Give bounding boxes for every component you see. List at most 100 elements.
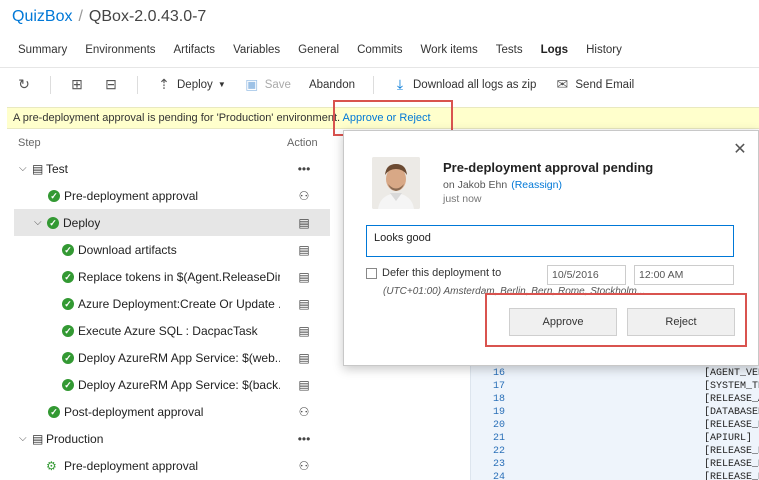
tab-commits[interactable]: Commits — [357, 44, 402, 56]
tab-work-items[interactable]: Work items — [420, 44, 477, 56]
more-options-icon[interactable]: ••• — [296, 432, 312, 446]
tab-tests[interactable]: Tests — [496, 44, 523, 56]
defer-time-input[interactable]: 12:00 AM — [634, 265, 734, 285]
tab-variables[interactable]: Variables — [233, 44, 280, 56]
email-label: Send Email — [575, 78, 635, 91]
tree-row-label: Production — [46, 431, 104, 446]
breadcrumb: QuizBox / QBox-2.0.43.0-7 — [12, 8, 206, 26]
tab-artifacts[interactable]: Artifacts — [174, 44, 216, 56]
tree-row-task[interactable]: ✓ Deploy AzureRM App Service: $(back... … — [0, 371, 330, 398]
download-icon: ⤓ — [396, 76, 404, 92]
tree-row-step[interactable]: ✓ Post-deployment approval ⚇ — [0, 398, 330, 425]
log-icon[interactable]: ▤ — [296, 243, 312, 257]
comment-input[interactable]: Looks good — [366, 225, 734, 257]
release-name: QBox-2.0.43.0-7 — [88, 8, 207, 25]
success-check-icon: ✓ — [62, 270, 74, 283]
email-icon: ✉ — [556, 76, 569, 92]
log-line-number: 24 — [492, 472, 505, 480]
chevron-down-icon[interactable]: ⌵ — [19, 163, 27, 174]
save-icon: ▣ — [245, 76, 259, 92]
tab-logs[interactable]: Logs — [541, 44, 568, 56]
tree-row-phase-deploy[interactable]: ⌵ ✓ Deploy ▤ — [14, 209, 330, 236]
highlight-box — [485, 293, 747, 347]
approver-line: on Jakob Ehn (Reassign) — [443, 179, 562, 191]
toolbar-divider — [373, 75, 374, 94]
log-icon[interactable]: ▤ — [296, 324, 312, 338]
approver-person-icon[interactable]: ⚇ — [296, 189, 312, 203]
tree-row-step-pending[interactable]: ⚙ Pre-deployment approval ⚇ — [0, 452, 330, 479]
environment-icon: ▤ — [32, 431, 44, 446]
log-line-text: [RELEASE_A — [704, 394, 759, 405]
tree-row-label: Download artifacts — [78, 242, 177, 257]
tab-history[interactable]: History — [586, 44, 622, 56]
log-line-number: 23 — [492, 459, 505, 470]
download-logs-button[interactable]: ⤓ Download all logs as zip — [392, 76, 536, 93]
success-check-icon: ✓ — [62, 378, 74, 391]
chevron-down-icon[interactable]: ⌵ — [34, 217, 42, 228]
toolbar-divider — [50, 75, 51, 94]
tree-row-task[interactable]: ✓ Execute Azure SQL : DacpacTask ▤ — [0, 317, 330, 344]
log-line-text: [AGENT_VER — [704, 368, 759, 379]
log-icon[interactable]: ▤ — [296, 351, 312, 365]
success-check-icon: ✓ — [62, 243, 74, 256]
banner-text: A pre-deployment approval is pending for… — [13, 112, 341, 124]
project-link[interactable]: QuizBox — [12, 8, 72, 26]
tab-environments[interactable]: Environments — [85, 44, 155, 56]
reassign-link[interactable]: (Reassign) — [511, 179, 562, 191]
success-check-icon: ✓ — [48, 405, 60, 418]
save-button[interactable]: ▣ Save — [244, 76, 291, 93]
log-line-number: 16 — [492, 368, 505, 379]
tree-row-label: Pre-deployment approval — [64, 188, 199, 203]
pending-gear-icon: ⚙ — [46, 458, 57, 473]
success-check-icon: ✓ — [48, 189, 60, 202]
send-email-button[interactable]: ✉ Send Email — [554, 76, 635, 93]
defer-date-input[interactable]: 10/5/2016 — [547, 265, 626, 285]
defer-checkbox[interactable] — [366, 267, 377, 279]
chevron-down-icon[interactable]: ⌵ — [19, 433, 27, 444]
approver-person-icon[interactable]: ⚇ — [296, 405, 312, 419]
step-column-header: Step — [18, 137, 41, 149]
toolbar: ↻ ⊞ ⊟ ⇡ Deploy ▼ ▣ Save Abandon ⤓ Downlo… — [0, 67, 759, 101]
log-icon[interactable]: ▤ — [296, 216, 312, 230]
tab-summary[interactable]: Summary — [18, 44, 67, 56]
tree-row-task[interactable]: ✓ Deploy AzureRM App Service: $(web... ▤ — [0, 344, 330, 371]
tree-row-task[interactable]: ✓ Download artifacts ▤ — [0, 236, 330, 263]
tree-row-env-test[interactable]: ⌵ ▤ Test ••• — [0, 155, 330, 182]
defer-option[interactable]: Defer this deployment to — [366, 267, 501, 279]
log-line-number: 22 — [492, 446, 505, 457]
expand-all-button[interactable]: ⊞ — [69, 76, 85, 93]
log-line-number: 17 — [492, 381, 505, 392]
tree-row-env-production[interactable]: ⌵ ▤ Production ••• — [0, 425, 330, 452]
log-line-number: 19 — [492, 407, 505, 418]
environment-icon: ▤ — [32, 161, 44, 176]
deploy-button[interactable]: ⇡ Deploy ▼ — [156, 76, 226, 93]
collapse-all-button[interactable]: ⊟ — [103, 76, 119, 93]
log-line-text: [DATABASEN — [704, 407, 759, 418]
log-icon[interactable]: ▤ — [296, 297, 312, 311]
log-line-text: [APIURL] - — [704, 433, 759, 444]
tree-row-label: Deploy AzureRM App Service: $(web... — [78, 350, 280, 365]
tree-row-step[interactable]: ✓ Pre-deployment approval ⚇ — [0, 182, 330, 209]
tree-row-label: Deploy — [63, 215, 101, 230]
abandon-button[interactable]: Abandon — [309, 79, 355, 91]
pending-approver-icon[interactable]: ⚇ — [296, 459, 312, 473]
log-icon[interactable]: ▤ — [296, 378, 312, 392]
log-line-text: [RELEASE_E — [704, 420, 759, 431]
success-check-icon: ✓ — [62, 351, 74, 364]
tree-row-label: Deploy AzureRM App Service: $(back... — [78, 377, 280, 392]
refresh-icon: ↻ — [18, 76, 30, 92]
breadcrumb-separator: / — [78, 8, 83, 25]
more-options-icon[interactable]: ••• — [296, 162, 312, 176]
deploy-label: Deploy — [177, 78, 213, 91]
success-check-icon: ✓ — [47, 216, 59, 229]
log-icon[interactable]: ▤ — [296, 270, 312, 284]
tree-row-label: Test — [46, 161, 69, 176]
tree-row-task[interactable]: ✓ Replace tokens in $(Agent.ReleaseDir..… — [0, 263, 330, 290]
success-check-icon: ✓ — [62, 324, 74, 337]
close-icon[interactable]: ✕ — [728, 139, 752, 161]
tab-general[interactable]: General — [298, 44, 339, 56]
download-label: Download all logs as zip — [413, 78, 537, 91]
refresh-button[interactable]: ↻ — [16, 76, 32, 93]
dialog-title: Pre-deployment approval pending — [443, 160, 654, 175]
tree-row-task[interactable]: ✓ Azure Deployment:Create Or Update ... … — [0, 290, 330, 317]
